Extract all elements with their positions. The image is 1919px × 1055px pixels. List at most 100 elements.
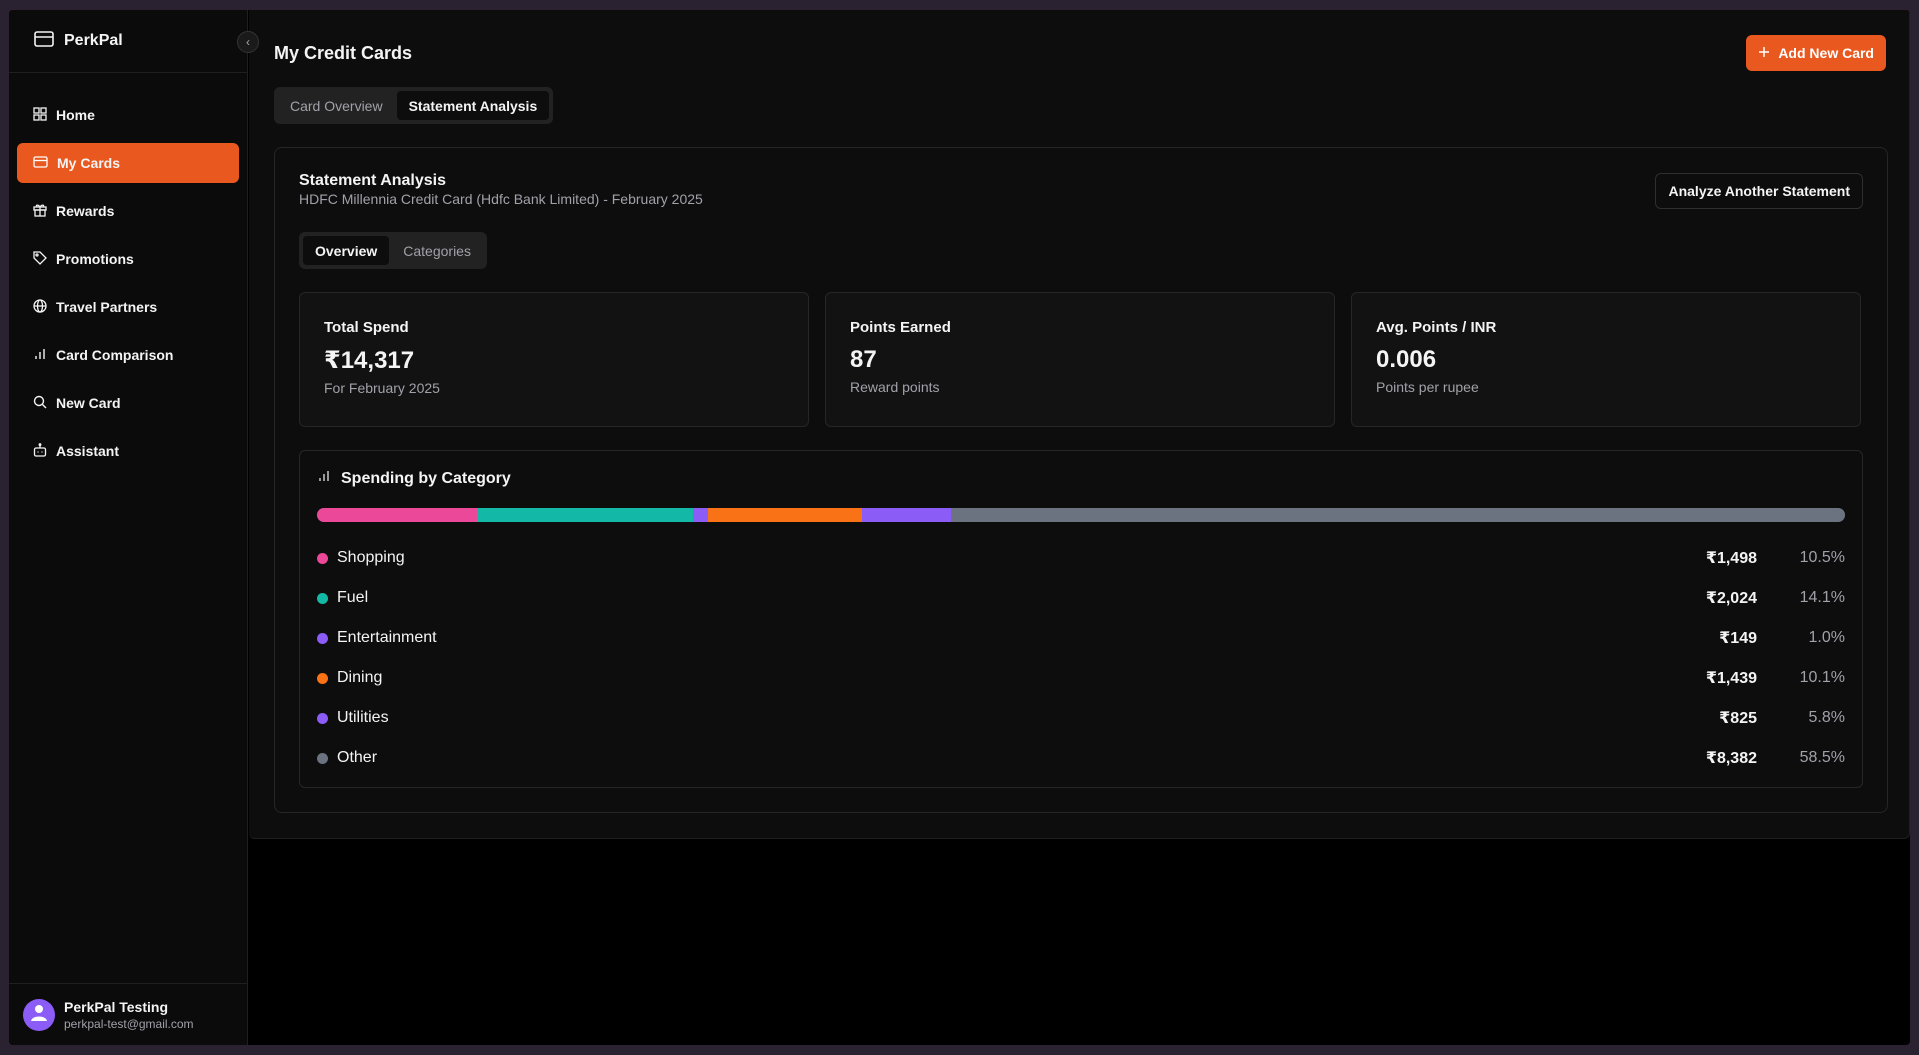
sidebar-item-label: My Cards: [57, 155, 121, 171]
sidebar-item-label: Promotions: [56, 251, 134, 267]
spending-by-category: Spending by Category Shopping ₹1,498 10.5%…: [299, 450, 1863, 788]
tab-categories[interactable]: Categories: [391, 236, 483, 265]
stat-label: Avg. Points / INR: [1376, 319, 1497, 336]
category-bar-segment: [692, 508, 709, 522]
category-row: Other ₹8,382 58.5%: [317, 738, 1845, 778]
category-color-dot: [317, 632, 328, 644]
category-list: Shopping ₹1,498 10.5% Fuel ₹2,024 14.1% Entert…: [317, 538, 1845, 778]
globe-icon: [33, 298, 47, 316]
category-percent: 1.0%: [1808, 629, 1845, 646]
category-amount: ₹1,498: [1705, 550, 1757, 567]
category-amount: ₹8,382: [1705, 750, 1757, 767]
spending-header: Spending by Category: [317, 469, 511, 488]
category-bar: [317, 508, 1845, 522]
category-name: Utilities: [337, 709, 389, 726]
grid-icon: [33, 106, 47, 124]
sidebar-item-label: Rewards: [56, 203, 115, 219]
stat-note: Points per rupee: [1376, 379, 1479, 395]
brand[interactable]: PerkPal: [9, 10, 247, 73]
gift-icon: [33, 203, 47, 220]
category-bar-segment: [477, 508, 693, 522]
tag-icon: [33, 250, 47, 268]
app-window: PerkPal Home My Cards Rewards Promotions: [9, 10, 1910, 1045]
bar-chart-icon: [33, 347, 47, 364]
plus-icon: [1758, 45, 1770, 61]
category-percent: 10.5%: [1799, 549, 1845, 566]
stat-label: Total Spend: [324, 319, 409, 336]
tab-card-overview[interactable]: Card Overview: [278, 91, 395, 120]
stat-value: 0.006: [1376, 346, 1437, 373]
tab-statement-analysis[interactable]: Statement Analysis: [396, 91, 550, 120]
category-amount: ₹2,024: [1705, 590, 1757, 607]
category-name: Fuel: [337, 589, 369, 606]
category-color-dot: [317, 592, 328, 604]
sidebar-item-label: Home: [56, 107, 95, 123]
sidebar: PerkPal Home My Cards Rewards Promotions: [9, 10, 248, 1045]
user-icon: [29, 1002, 49, 1027]
credit-card-icon: [34, 30, 54, 52]
bot-icon: [33, 442, 47, 460]
category-bar-segment: [862, 508, 952, 522]
category-row: Entertainment ₹149 1.0%: [317, 618, 1845, 658]
analysis-subtitle: HDFC Millennia Credit Card (Hdfc Bank Li…: [299, 191, 703, 207]
page-title: My Credit Cards: [274, 43, 413, 63]
brand-name: PerkPal: [64, 32, 123, 49]
category-color-dot: [317, 752, 328, 764]
stat-label: Points Earned: [850, 319, 951, 336]
category-bar-segment: [317, 508, 478, 522]
stat-value: ₹14,317: [324, 347, 415, 374]
sidebar-nav: Home My Cards Rewards Promotions Travel …: [9, 73, 247, 471]
collapse-sidebar-button[interactable]: ‹: [237, 31, 259, 53]
stat-points-earned: Points Earned 87 Reward points: [825, 292, 1335, 427]
category-name: Dining: [337, 669, 383, 686]
sidebar-item-home[interactable]: Home: [17, 95, 239, 135]
bar-chart-icon: [317, 469, 331, 488]
stat-note: For February 2025: [324, 380, 440, 396]
category-bar-segment: [708, 508, 863, 522]
user-profile[interactable]: PerkPal Testing perkpal-test@gmail.com: [9, 983, 248, 1045]
stat-note: Reward points: [850, 379, 940, 395]
category-name: Shopping: [337, 549, 405, 566]
category-name: Entertainment: [337, 629, 437, 646]
stat-total-spend: Total Spend ₹14,317 For February 2025: [299, 292, 809, 427]
user-info: PerkPal Testing perkpal-test@gmail.com: [64, 999, 194, 1031]
sidebar-item-new-card[interactable]: New Card: [17, 383, 239, 423]
category-percent: 5.8%: [1808, 709, 1845, 726]
category-bar-segment: [951, 508, 1845, 522]
category-row: Dining ₹1,439 10.1%: [317, 658, 1845, 698]
category-row: Utilities ₹825 5.8%: [317, 698, 1845, 738]
category-amount: ₹1,439: [1705, 670, 1757, 687]
analysis-title: Statement Analysis: [299, 172, 447, 189]
sidebar-item-promotions[interactable]: Promotions: [17, 239, 239, 279]
category-color-dot: [317, 552, 328, 564]
sidebar-item-assistant[interactable]: Assistant: [17, 431, 239, 471]
tab-overview[interactable]: Overview: [303, 236, 390, 265]
spending-title: Spending by Category: [341, 469, 511, 487]
sidebar-item-rewards[interactable]: Rewards: [17, 191, 239, 231]
card-tabs: Card Overview Statement Analysis: [274, 87, 554, 124]
category-color-dot: [317, 672, 328, 684]
category-percent: 10.1%: [1799, 669, 1845, 686]
analysis-subtabs: Overview Categories: [299, 232, 487, 269]
user-email: perkpal-test@gmail.com: [64, 1016, 194, 1031]
search-icon: [33, 395, 47, 412]
credit-card-icon: [33, 155, 48, 171]
user-name: PerkPal Testing: [64, 998, 169, 1015]
category-row: Shopping ₹1,498 10.5%: [317, 538, 1845, 578]
stat-value: 87: [850, 346, 877, 373]
sidebar-item-label: Card Comparison: [56, 347, 174, 363]
chevron-left-icon: ‹: [246, 35, 250, 49]
sidebar-item-label: Assistant: [56, 443, 120, 459]
avatar: [23, 998, 55, 1031]
sidebar-item-label: Travel Partners: [56, 299, 158, 315]
sidebar-item-my-cards[interactable]: My Cards: [17, 143, 239, 183]
analyze-another-statement-button[interactable]: Analyze Another Statement: [1655, 173, 1863, 209]
add-new-card-button[interactable]: Add New Card: [1746, 35, 1886, 71]
category-row: Fuel ₹2,024 14.1%: [317, 578, 1845, 618]
sidebar-item-card-comparison[interactable]: Card Comparison: [17, 335, 239, 375]
category-amount: ₹825: [1719, 710, 1757, 727]
statement-analysis-card: Statement Analysis HDFC Millennia Credit…: [274, 147, 1888, 813]
sidebar-item-travel-partners[interactable]: Travel Partners: [17, 287, 239, 327]
category-amount: ₹149: [1719, 630, 1757, 647]
category-percent: 14.1%: [1799, 589, 1845, 606]
